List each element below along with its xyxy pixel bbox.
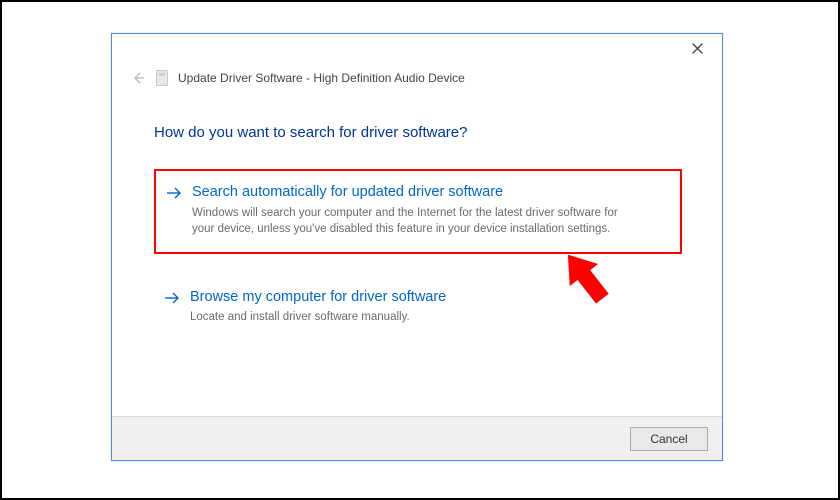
option-browse-computer[interactable]: Browse my computer for driver software L…: [154, 276, 682, 340]
page-heading: How do you want to search for driver sof…: [154, 124, 682, 141]
option-texts: Browse my computer for driver software L…: [190, 288, 668, 326]
arrow-right-icon: [164, 291, 180, 310]
close-button[interactable]: [676, 36, 718, 60]
cancel-button[interactable]: Cancel: [630, 427, 708, 451]
dialog-content: How do you want to search for driver sof…: [112, 92, 722, 340]
option-description: Locate and install driver software manua…: [190, 309, 620, 326]
close-icon: [692, 43, 703, 54]
device-icon: [156, 70, 168, 86]
arrow-right-icon: [166, 186, 182, 205]
back-button[interactable]: [130, 70, 146, 86]
dialog-footer: Cancel: [112, 416, 722, 460]
arrow-left-icon: [130, 70, 146, 86]
breadcrumb-row: Update Driver Software - High Definition…: [112, 62, 722, 92]
option-search-automatically[interactable]: Search automatically for updated driver …: [154, 169, 682, 254]
titlebar: [112, 34, 722, 62]
option-title: Browse my computer for driver software: [190, 288, 668, 308]
option-title: Search automatically for updated driver …: [192, 183, 666, 203]
option-texts: Search automatically for updated driver …: [192, 183, 666, 238]
option-description: Windows will search your computer and th…: [192, 205, 622, 238]
update-driver-dialog: Update Driver Software - High Definition…: [111, 33, 723, 461]
dialog-title: Update Driver Software - High Definition…: [178, 71, 465, 85]
